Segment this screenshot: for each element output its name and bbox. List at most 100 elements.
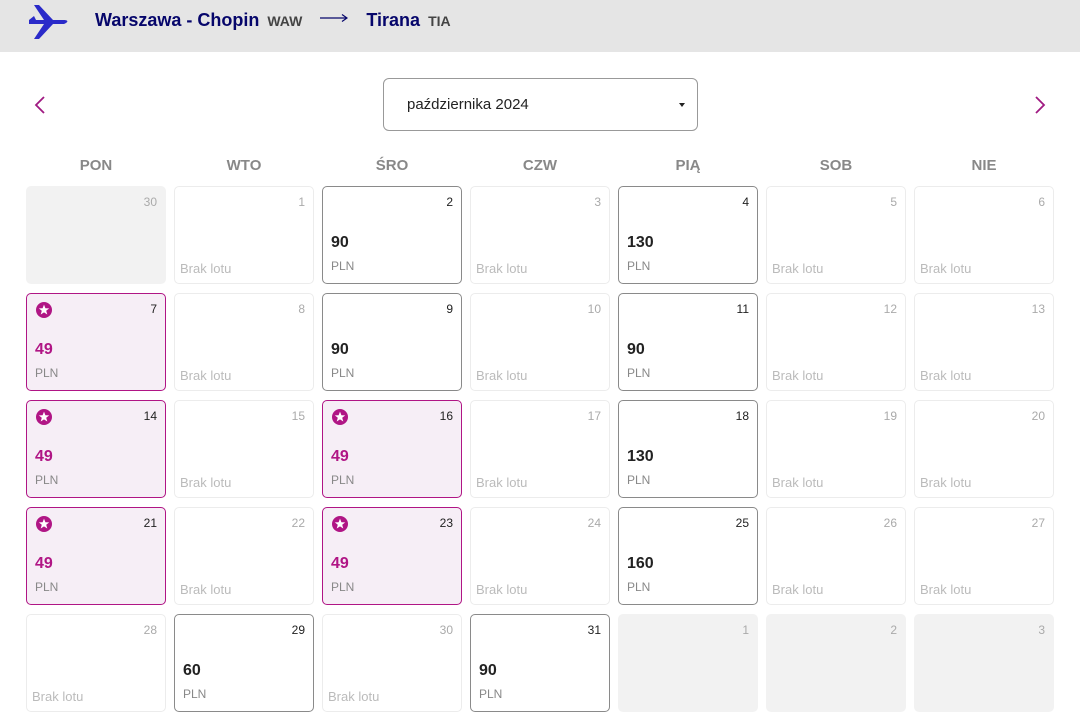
next-month-button[interactable]: [1029, 94, 1051, 116]
weekday-label: CZW: [522, 157, 558, 174]
calendar-day-with-flight[interactable]: 16 49 PLN: [322, 400, 462, 498]
fare-currency: PLN: [627, 580, 651, 594]
no-flight-label: Brak lotu: [920, 582, 972, 597]
fare-price: 49: [35, 341, 53, 358]
calendar-day-with-flight[interactable]: 29 60 PLN: [174, 614, 314, 712]
day-number: 12: [883, 302, 897, 316]
chevron-right-icon: [1035, 96, 1046, 114]
calendar-day-with-flight[interactable]: 4 130 PLN: [618, 186, 758, 284]
no-flight-label: Brak lotu: [772, 261, 824, 276]
calendar-day-with-flight[interactable]: 31 90 PLN: [470, 614, 610, 712]
fare-price: 90: [331, 234, 349, 251]
no-flight-label: Brak lotu: [180, 261, 232, 276]
day-number: 30: [439, 623, 453, 637]
calendar-day-no-flight: 20 Brak lotu: [914, 400, 1054, 498]
weekday-header: PON WTO ŚRO CZW PIĄ SOB NIE: [26, 157, 1054, 177]
calendar-day-with-flight[interactable]: 23 49 PLN: [322, 507, 462, 605]
weekday-label: ŚRO: [375, 157, 409, 174]
destination-code: TIA: [428, 13, 451, 29]
calendar-day-with-flight[interactable]: 21 49 PLN: [26, 507, 166, 605]
fare-currency: PLN: [331, 259, 355, 273]
day-number: 19: [883, 409, 897, 423]
day-number: 1: [742, 623, 749, 637]
no-flight-label: Brak lotu: [180, 475, 232, 490]
fare-currency: PLN: [331, 473, 355, 487]
fare-price: 90: [479, 662, 497, 679]
calendar-day-no-flight: 22 Brak lotu: [174, 507, 314, 605]
calendar-day-no-flight: 28 Brak lotu: [26, 614, 166, 712]
weekday-label: SOB: [819, 157, 853, 174]
star-badge-icon: [331, 408, 349, 426]
fare-currency: PLN: [183, 687, 207, 701]
no-flight-label: Brak lotu: [772, 582, 824, 597]
day-number: 23: [439, 516, 453, 530]
calendar-day-no-flight: 17 Brak lotu: [470, 400, 610, 498]
star-badge-icon: [35, 301, 53, 319]
day-number: 2: [446, 195, 453, 209]
caret-down-icon: [679, 103, 685, 107]
day-number: 21: [143, 516, 157, 530]
fare-price: 90: [331, 341, 349, 358]
day-number: 10: [587, 302, 601, 316]
fare-currency: PLN: [479, 687, 503, 701]
day-number: 5: [890, 195, 897, 209]
calendar-day-with-flight[interactable]: 18 130 PLN: [618, 400, 758, 498]
month-select-value: października 2024: [407, 96, 529, 113]
calendar-day-with-flight[interactable]: 11 90 PLN: [618, 293, 758, 391]
fare-price: 130: [627, 448, 654, 465]
no-flight-label: Brak lotu: [476, 582, 528, 597]
star-badge-icon: [331, 515, 349, 533]
day-number: 25: [735, 516, 749, 530]
no-flight-label: Brak lotu: [476, 368, 528, 383]
arrow-right-icon: [320, 13, 349, 23]
day-number: 31: [587, 623, 601, 637]
day-number: 3: [1038, 623, 1045, 637]
day-number: 20: [1031, 409, 1045, 423]
fare-price: 49: [35, 448, 53, 465]
day-number: 4: [742, 195, 749, 209]
calendar-day-outside-month: 1: [618, 614, 758, 712]
calendar-day-no-flight: 12 Brak lotu: [766, 293, 906, 391]
day-number: 9: [446, 302, 453, 316]
calendar-day-no-flight: 15 Brak lotu: [174, 400, 314, 498]
fare-currency: PLN: [627, 366, 651, 380]
calendar-day-no-flight: 5 Brak lotu: [766, 186, 906, 284]
day-number: 24: [587, 516, 601, 530]
day-number: 18: [735, 409, 749, 423]
no-flight-label: Brak lotu: [180, 368, 232, 383]
fare-currency: PLN: [35, 580, 59, 594]
calendar-day-no-flight: 10 Brak lotu: [470, 293, 610, 391]
fare-currency: PLN: [627, 473, 651, 487]
day-number: 28: [143, 623, 157, 637]
star-badge-icon: [35, 515, 53, 533]
calendar-day-no-flight: 1 Brak lotu: [174, 186, 314, 284]
airplane-icon: [29, 5, 68, 39]
fare-price: 60: [183, 662, 201, 679]
day-number: 15: [291, 409, 305, 423]
calendar-day-with-flight[interactable]: 14 49 PLN: [26, 400, 166, 498]
calendar-day-no-flight: 3 Brak lotu: [470, 186, 610, 284]
prev-month-button[interactable]: [29, 94, 51, 116]
weekday-label: WTO: [226, 157, 262, 174]
chevron-left-icon: [34, 96, 45, 114]
no-flight-label: Brak lotu: [920, 368, 972, 383]
day-number: 1: [298, 195, 305, 209]
day-number: 7: [150, 302, 157, 316]
fare-price: 160: [627, 555, 654, 572]
weekday-label: NIE: [971, 157, 997, 174]
no-flight-label: Brak lotu: [32, 689, 84, 704]
day-number: 14: [143, 409, 157, 423]
calendar-day-no-flight: 24 Brak lotu: [470, 507, 610, 605]
calendar-day-with-flight[interactable]: 2 90 PLN: [322, 186, 462, 284]
fare-currency: PLN: [35, 473, 59, 487]
calendar-day-with-flight[interactable]: 9 90 PLN: [322, 293, 462, 391]
fare-currency: PLN: [35, 366, 59, 380]
fare-price: 130: [627, 234, 654, 251]
calendar-day-with-flight[interactable]: 7 49 PLN: [26, 293, 166, 391]
calendar-day-no-flight: 13 Brak lotu: [914, 293, 1054, 391]
calendar-day-with-flight[interactable]: 25 160 PLN: [618, 507, 758, 605]
no-flight-label: Brak lotu: [920, 475, 972, 490]
no-flight-label: Brak lotu: [328, 689, 380, 704]
month-select[interactable]: października 2024: [383, 78, 698, 131]
day-number: 3: [594, 195, 601, 209]
